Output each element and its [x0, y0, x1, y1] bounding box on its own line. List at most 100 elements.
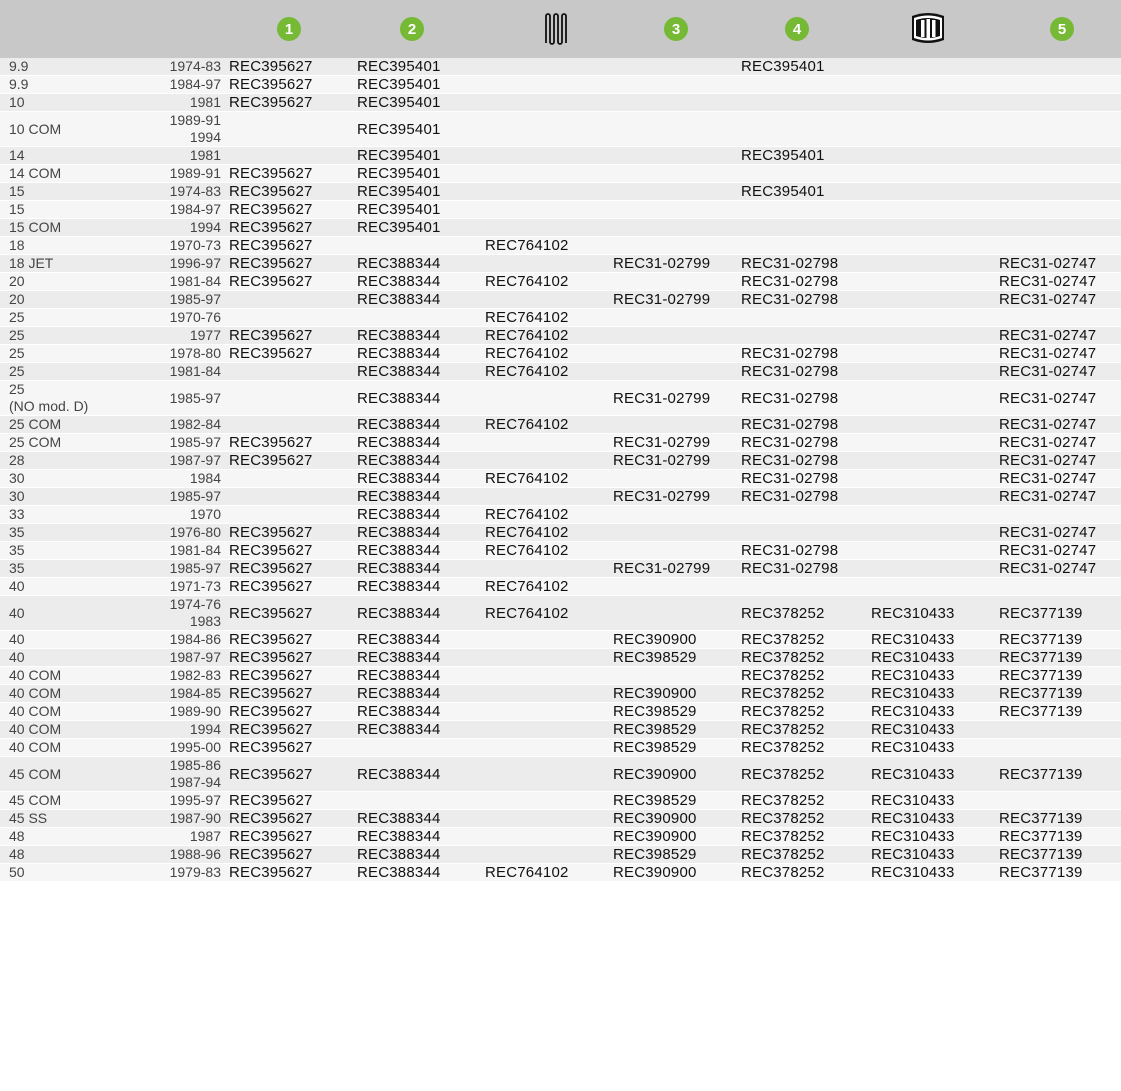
- years-cell: 1985-97: [110, 434, 221, 451]
- part-number-col-1: REC395627: [229, 828, 313, 845]
- years-cell: 1989-90: [110, 703, 221, 720]
- part-number-col-5: REC378252: [741, 792, 825, 809]
- part-number-col-1: REC395627: [229, 273, 313, 290]
- part-number-col-1: REC395627: [229, 94, 313, 111]
- table-row: 30 1984 REC388344 REC764102 REC31-02798 REC31…: [0, 470, 1121, 488]
- table-row: 40 1974-76 1983 REC395627 REC388344 REC764102…: [0, 596, 1121, 631]
- part-number-col-4: REC31-02799: [613, 434, 711, 451]
- table-row: 9.9 1974-83 REC395627 REC395401 REC395401: [0, 58, 1121, 76]
- model-label: 40: [9, 578, 25, 594]
- years-label: 1996-97: [169, 255, 221, 271]
- years-cell: 1985-97: [110, 381, 221, 415]
- part-number-col-1: REC395627: [229, 810, 313, 827]
- model-label: 15: [9, 201, 25, 217]
- part-number-col-6: REC310433: [871, 846, 955, 863]
- part-number-col-2: REC388344: [357, 416, 441, 433]
- model-label: 10 COM: [9, 120, 62, 137]
- years-label: 1989-91: [169, 165, 221, 181]
- model-label: 10: [9, 94, 25, 110]
- part-number-col-1: REC395627: [229, 864, 313, 881]
- model-label: 45 COM: [9, 765, 62, 782]
- part-number-col-1: REC395627: [229, 739, 313, 756]
- part-number-col-1: REC395627: [229, 685, 313, 702]
- table-row: 30 1985-97 REC388344 REC31-02799 REC31-02798…: [0, 488, 1121, 506]
- part-number-col-2: REC388344: [357, 631, 441, 648]
- years-label: 1982-83: [169, 667, 221, 683]
- model-note: (NO mod. D): [9, 398, 89, 414]
- part-number-col-5: REC31-02798: [741, 345, 839, 362]
- years-cell: 1979-83: [110, 864, 221, 881]
- years-cell: 1989-91: [110, 165, 221, 182]
- part-number-col-6: REC310433: [871, 792, 955, 809]
- table-row: 40 COM 1984-85 REC395627 REC388344 REC390900…: [0, 685, 1121, 703]
- model-label: 14: [9, 147, 25, 163]
- years-cell: 1981-84: [110, 542, 221, 559]
- part-number-col-4: REC390900: [613, 864, 697, 881]
- years-cell: 1984-97: [110, 76, 221, 93]
- part-number-col-6: REC310433: [871, 667, 955, 684]
- part-number-col-3: REC764102: [485, 237, 569, 254]
- part-number-col-4: REC398529: [613, 792, 697, 809]
- part-number-col-5: REC378252: [741, 703, 825, 720]
- table-row: 28 1987-97 REC395627 REC388344 REC31-02799 RE…: [0, 452, 1121, 470]
- table-row: 14 1981 REC395401 REC395401: [0, 147, 1121, 165]
- part-number-col-5: REC31-02798: [741, 542, 839, 559]
- part-number-col-1: REC395627: [229, 560, 313, 577]
- part-number-col-7: REC377139: [999, 703, 1083, 720]
- part-number-col-2: REC388344: [357, 667, 441, 684]
- part-number-col-2: REC388344: [357, 506, 441, 523]
- part-number-col-2: REC388344: [357, 389, 441, 407]
- model-label: 18 JET: [9, 255, 54, 271]
- part-number-col-1: REC395627: [229, 578, 313, 595]
- years-cell: 1985-97: [110, 560, 221, 577]
- part-number-col-6: REC310433: [871, 721, 955, 738]
- part-number-col-2: REC388344: [357, 255, 441, 272]
- part-number-col-5: REC31-02798: [741, 488, 839, 505]
- years-cell: 1977: [110, 327, 221, 344]
- model-label: 28: [9, 452, 25, 468]
- years-label: 1984-97: [169, 201, 221, 217]
- part-number-col-2: REC388344: [357, 345, 441, 362]
- part-number-col-4: REC390900: [613, 685, 697, 702]
- model-label: 25: [9, 327, 25, 343]
- years-cell: 1981: [110, 94, 221, 111]
- part-number-col-5: REC378252: [741, 810, 825, 827]
- table-row: 15 COM 1994 REC395627 REC395401: [0, 219, 1121, 237]
- years-label: 1985-97: [169, 389, 221, 406]
- part-number-col-5: REC378252: [741, 667, 825, 684]
- table-row: 25 1977 REC395627 REC388344 REC764102 REC31-0…: [0, 327, 1121, 345]
- model-label: 48: [9, 846, 25, 862]
- model-label: 33: [9, 506, 25, 522]
- part-number-col-7: REC377139: [999, 631, 1083, 648]
- part-number-col-3: REC764102: [485, 363, 569, 380]
- part-number-col-7: REC31-02747: [999, 345, 1097, 362]
- table-row: 35 1976-80 REC395627 REC388344 REC764102 REC3…: [0, 524, 1121, 542]
- model-label: 25: [9, 381, 25, 397]
- part-number-col-2: REC388344: [357, 327, 441, 344]
- table-row: 48 1988-96 REC395627 REC388344 REC398529 REC3…: [0, 846, 1121, 864]
- table-row: 35 1981-84 REC395627 REC388344 REC764102 REC3…: [0, 542, 1121, 560]
- part-number-col-3: REC764102: [485, 524, 569, 541]
- part-number-col-3: REC764102: [485, 273, 569, 290]
- part-number-col-7: REC31-02747: [999, 488, 1097, 505]
- years-cell: 1982-83: [110, 667, 221, 684]
- part-number-col-7: REC31-02747: [999, 389, 1097, 407]
- part-number-col-7: REC377139: [999, 685, 1083, 702]
- years-label: 1974-83: [169, 58, 221, 74]
- model-label: 18: [9, 237, 25, 253]
- part-number-col-1: REC395627: [229, 76, 313, 93]
- years-label: 1974-83: [169, 183, 221, 199]
- part-number-col-7: REC377139: [999, 828, 1083, 845]
- part-number-col-1: REC395627: [229, 765, 313, 783]
- part-number-col-4: REC31-02799: [613, 560, 711, 577]
- part-number-col-5: REC378252: [741, 739, 825, 756]
- part-number-col-5: REC378252: [741, 685, 825, 702]
- part-number-col-3: REC764102: [485, 327, 569, 344]
- years-label: 1978-80: [169, 345, 221, 361]
- years-label: 1987: [189, 828, 221, 844]
- part-number-col-1: REC395627: [229, 219, 313, 236]
- part-number-col-1: REC395627: [229, 434, 313, 451]
- part-number-col-1: REC395627: [229, 792, 313, 809]
- years-cell: 1981-84: [110, 363, 221, 380]
- part-number-col-2: REC388344: [357, 604, 441, 622]
